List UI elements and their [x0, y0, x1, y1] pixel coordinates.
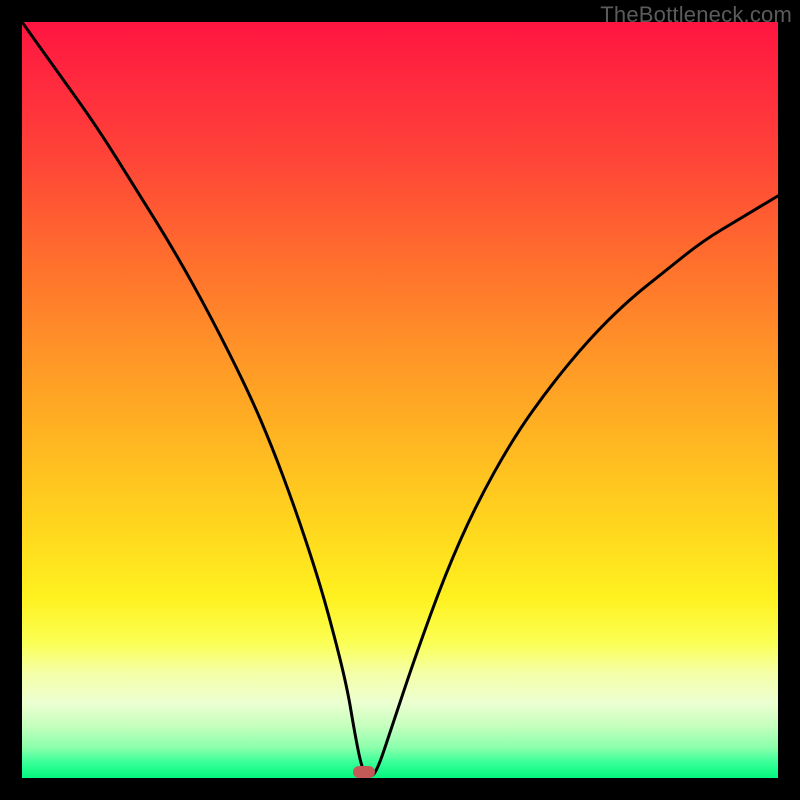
watermark-text: TheBottleneck.com — [600, 2, 792, 28]
minimum-marker — [353, 766, 375, 778]
curve-path — [22, 22, 778, 776]
plot-area — [22, 22, 778, 778]
chart-frame: TheBottleneck.com — [0, 0, 800, 800]
bottleneck-curve — [22, 22, 778, 778]
